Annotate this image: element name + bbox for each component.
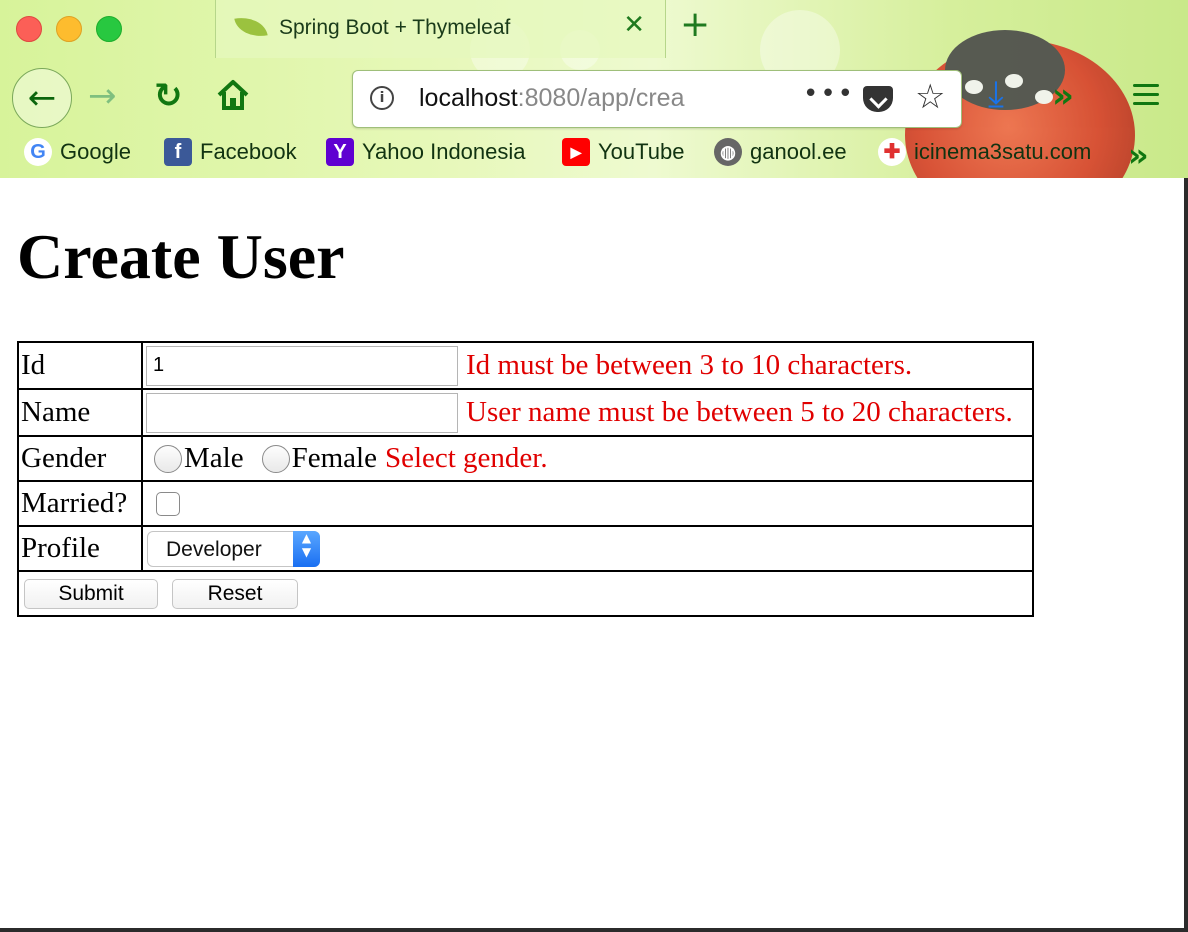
back-button[interactable]: ←	[12, 68, 72, 128]
form-row-id: Id Id must be between 3 to 10 characters…	[17, 341, 1034, 390]
forward-button[interactable]: →	[88, 76, 117, 116]
submit-button[interactable]: Submit	[24, 578, 158, 609]
id-error: Id must be between 3 to 10 characters.	[466, 349, 913, 381]
address-bar[interactable]: i localhost:8080/app/crea ••• ☆	[352, 70, 962, 128]
spring-leaf-icon	[234, 13, 268, 41]
bookmark-icinema[interactable]: ✚ icinema3satu.com	[878, 138, 1091, 166]
tab-active[interactable]: Spring Boot + Thymeleaf ✕	[215, 0, 666, 58]
globe-icon: ◍	[714, 138, 742, 166]
bookmark-label: YouTube	[598, 139, 685, 164]
gender-male-label: Male	[184, 442, 244, 474]
minimize-window-button[interactable]	[56, 16, 82, 42]
yahoo-icon: Y	[326, 138, 354, 166]
bookmark-label: icinema3satu.com	[914, 139, 1092, 164]
close-tab-icon[interactable]: ✕	[623, 10, 645, 40]
select-arrows-icon: ▲ ▼	[293, 530, 320, 567]
form-row-married: Married?	[17, 480, 1034, 527]
download-icon[interactable]: ⤓	[988, 74, 1004, 116]
facebook-icon: f	[164, 138, 192, 166]
new-tab-button[interactable]: +	[680, 4, 710, 45]
form-row-profile: Profile Developer ▲ ▼	[17, 525, 1034, 572]
youtube-icon: ▶	[562, 138, 590, 166]
pocket-icon[interactable]	[863, 86, 893, 112]
bookmark-google[interactable]: G Google	[24, 138, 131, 166]
toolbar-overflow-icon[interactable]: »	[1052, 76, 1074, 116]
bookmark-youtube[interactable]: ▶ YouTube	[562, 138, 684, 166]
reload-button[interactable]: ↻	[154, 76, 183, 116]
gender-male-radio[interactable]	[154, 444, 182, 473]
close-window-button[interactable]	[16, 16, 42, 42]
bookmark-label: Facebook	[200, 139, 297, 164]
url-host: localhost	[419, 84, 518, 112]
form-row-name: Name User name must be between 5 to 20 c…	[17, 388, 1034, 437]
home-button[interactable]	[216, 78, 250, 116]
url-text[interactable]: localhost:8080/app/crea	[419, 84, 684, 113]
profile-select[interactable]: Developer ▲ ▼	[147, 530, 320, 567]
bookmark-star-icon[interactable]: ☆	[915, 77, 945, 117]
create-user-form: Id Id must be between 3 to 10 characters…	[17, 341, 1034, 617]
tab-title: Spring Boot + Thymeleaf	[279, 16, 511, 39]
gender-label: Gender	[17, 435, 143, 482]
bookmark-label: Yahoo Indonesia	[362, 139, 526, 164]
bookmarks-overflow-icon[interactable]: »	[1128, 136, 1149, 174]
form-row-gender: Gender Male Female Select gender.	[17, 435, 1034, 482]
married-label: Married?	[17, 480, 143, 527]
page-actions-icon[interactable]: •••	[803, 79, 855, 109]
id-label: Id	[17, 341, 143, 390]
id-input[interactable]	[146, 345, 458, 386]
bookmark-yahoo[interactable]: Y Yahoo Indonesia	[326, 138, 526, 166]
bookmark-label: Google	[60, 139, 131, 164]
url-path: :8080/app/crea	[517, 84, 685, 112]
maximize-window-button[interactable]	[96, 16, 122, 42]
reset-button[interactable]: Reset	[172, 578, 298, 609]
name-error: User name must be between 5 to 20 charac…	[466, 396, 1013, 428]
window-edge	[0, 928, 1188, 932]
gender-female-radio[interactable]	[261, 444, 290, 473]
site-icon: ✚	[878, 138, 906, 166]
bookmark-label: ganool.ee	[750, 139, 847, 164]
google-icon: G	[24, 138, 52, 166]
profile-label: Profile	[17, 525, 143, 572]
home-icon	[217, 80, 249, 110]
window-edge	[1184, 178, 1188, 932]
browser-chrome: Spring Boot + Thymeleaf ✕ + ← → ↻ i loca…	[0, 0, 1188, 179]
hamburger-menu-icon[interactable]	[1133, 84, 1159, 111]
site-info-icon[interactable]: i	[370, 86, 394, 110]
profile-selected-value: Developer	[166, 537, 262, 561]
bookmark-facebook[interactable]: f Facebook	[164, 138, 297, 166]
gender-error: Select gender.	[384, 442, 548, 474]
gender-female-label: Female	[291, 442, 377, 474]
married-checkbox[interactable]	[156, 491, 180, 516]
name-input[interactable]	[146, 392, 458, 433]
page-title: Create User	[17, 221, 345, 292]
page-content: Create User Id Id must be between 3 to 1…	[0, 178, 1184, 928]
name-label: Name	[17, 388, 143, 437]
form-row-buttons: Submit Reset	[17, 570, 1034, 617]
bookmark-ganool[interactable]: ◍ ganool.ee	[714, 138, 847, 166]
